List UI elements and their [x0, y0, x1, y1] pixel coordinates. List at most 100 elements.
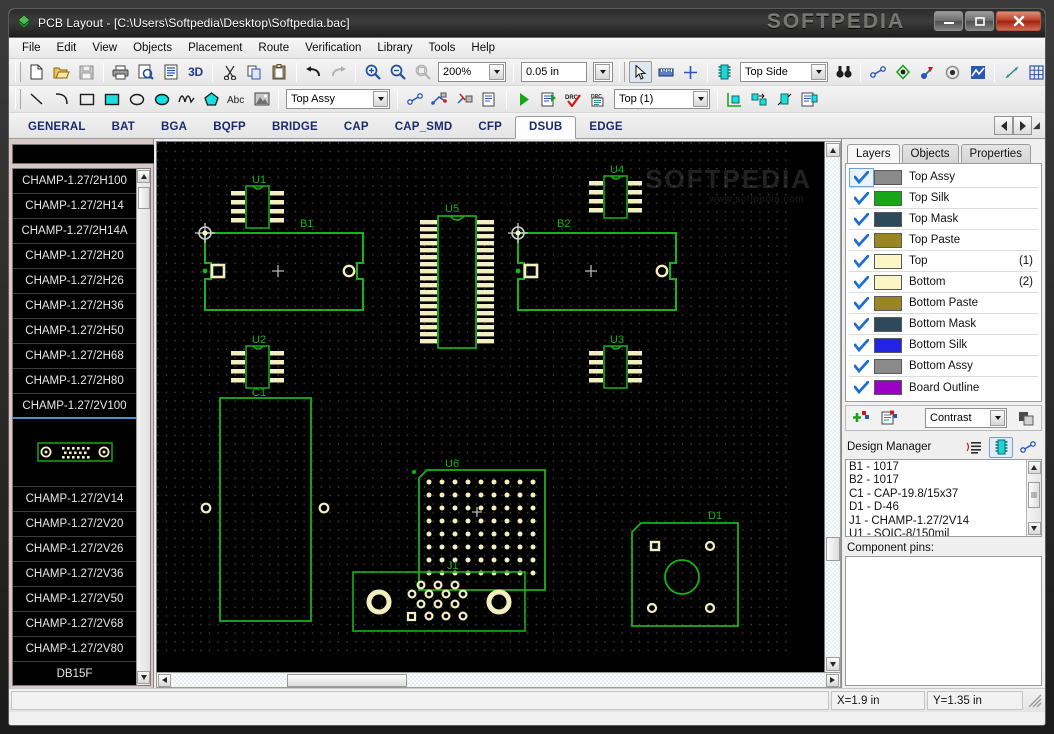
menu-edit[interactable]: Edit — [49, 40, 85, 56]
cattab-bridge[interactable]: BRIDGE — [259, 117, 331, 138]
list-item[interactable]: CHAMP-1.27/2H20 — [13, 243, 136, 269]
list-item[interactable]: CHAMP-1.27/2H68 — [13, 343, 136, 369]
layer-color-swatch[interactable] — [874, 380, 902, 395]
layer-color-swatch[interactable] — [874, 316, 902, 332]
undo-icon[interactable] — [302, 61, 325, 83]
layer-visibility-checkbox[interactable] — [849, 315, 874, 334]
layer-color-swatch[interactable] — [874, 358, 902, 374]
chevron-down-icon[interactable] — [811, 64, 826, 80]
scroll-track[interactable] — [826, 158, 839, 656]
layer-row-bottom-mask[interactable]: Bottom Mask — [849, 314, 1038, 335]
ellipse-filled-icon[interactable] — [150, 88, 173, 110]
rectangle-outline-icon[interactable] — [75, 88, 98, 110]
component-list[interactable]: CHAMP-1.27/2H100 CHAMP-1.27/2H14 CHAMP-1… — [12, 167, 151, 686]
list-item[interactable]: CHAMP-1.27/2H80 — [13, 368, 136, 394]
layer-properties-icon[interactable] — [877, 408, 901, 429]
menu-help[interactable]: Help — [463, 40, 503, 56]
cattab-cap-smd[interactable]: CAP_SMD — [382, 117, 466, 138]
tab-scroll-right-icon[interactable] — [1013, 116, 1032, 135]
menu-library[interactable]: Library — [369, 40, 420, 56]
cattab-edge[interactable]: EDGE — [576, 117, 635, 138]
ellipse-outline-icon[interactable] — [125, 88, 148, 110]
3d-view-icon[interactable]: 3D — [184, 61, 207, 83]
list-item[interactable]: CHAMP-1.27/2V68 — [13, 611, 136, 637]
list-item[interactable]: CHAMP-1.27/2V20 — [13, 511, 136, 537]
layer-row-top-assy[interactable]: Top Assy — [849, 167, 1038, 188]
crosshair-origin-icon[interactable] — [679, 61, 702, 83]
cattab-bga[interactable]: BGA — [148, 117, 200, 138]
scroll-up-icon[interactable] — [1027, 461, 1041, 474]
cattab-cfp[interactable]: CFP — [465, 117, 515, 138]
components-chip-icon[interactable] — [989, 436, 1013, 458]
layer-visibility-checkbox[interactable] — [849, 378, 874, 397]
scroll-down-icon[interactable] — [137, 671, 150, 684]
chevron-down-icon[interactable] — [489, 64, 504, 80]
cattab-dsub[interactable]: DSUB — [515, 116, 577, 139]
list-item[interactable]: D1 - D-46 — [849, 501, 1026, 514]
drc-report-icon[interactable]: DRC — [587, 88, 610, 110]
list-item[interactable]: U1 - SOIC-8/150mil — [849, 528, 1026, 536]
canvas-horizontal-scrollbar[interactable] — [156, 672, 841, 688]
layer-visibility-checkbox[interactable] — [849, 294, 874, 313]
layer-row-bottom-assy[interactable]: Bottom Assy — [849, 356, 1038, 377]
binoculars-find-icon[interactable] — [832, 61, 855, 83]
tab-scroll-left-icon[interactable] — [994, 116, 1013, 135]
list-item[interactable]: CHAMP-1.27/2V26 — [13, 536, 136, 562]
layer-swap-icon[interactable] — [1014, 408, 1038, 429]
menu-objects[interactable]: Objects — [125, 40, 180, 56]
line-icon[interactable] — [25, 88, 48, 110]
layer-row-bottom-silk[interactable]: Bottom Silk — [849, 335, 1038, 356]
minimize-button[interactable] — [934, 11, 963, 31]
scroll-left-icon[interactable] — [158, 673, 171, 687]
menu-tools[interactable]: Tools — [421, 40, 464, 56]
layer-row-bottom[interactable]: Bottom (2) — [849, 272, 1038, 293]
layer-color-swatch[interactable] — [874, 169, 902, 185]
autoroute-icon[interactable] — [428, 88, 451, 110]
layer-row-bottom-paste[interactable]: Bottom Paste — [849, 293, 1038, 314]
zoom-level-select[interactable]: 200% — [438, 62, 506, 82]
layer-color-swatch[interactable] — [874, 337, 902, 353]
tab-objects[interactable]: Objects — [901, 144, 959, 163]
dimension-arrow-icon[interactable] — [1000, 61, 1023, 83]
list-item[interactable]: CHAMP-1.27/2V100 — [13, 393, 136, 419]
side-select[interactable]: Top Side — [740, 62, 828, 82]
toolbar-grip[interactable] — [15, 62, 21, 82]
route-report-icon[interactable] — [478, 88, 501, 110]
layer-visibility-checkbox[interactable] — [849, 357, 874, 376]
scroll-right-icon[interactable] — [826, 673, 839, 687]
new-file-icon[interactable] — [25, 61, 48, 83]
list-item[interactable]: C1 - CAP-19.8/15x37 — [849, 488, 1026, 501]
list-item[interactable]: CHAMP-1.27/2V50 — [13, 586, 136, 612]
menu-route[interactable]: Route — [250, 40, 297, 56]
layer-visibility-checkbox[interactable] — [849, 210, 874, 229]
netlist-icon[interactable] — [962, 437, 986, 458]
image-picture-icon[interactable] — [250, 88, 273, 110]
list-item[interactable]: CHAMP-1.27/2V36 — [13, 561, 136, 587]
pcb-canvas[interactable]: U1 U2 U4 U3 B1 B2 U5 C1 U6 J1 D1 — [156, 141, 825, 673]
list-item[interactable]: CHAMP-1.27/2V80 — [13, 636, 136, 662]
layer-visibility-checkbox[interactable] — [849, 231, 874, 250]
print-icon[interactable] — [109, 61, 132, 83]
list-item[interactable]: CHAMP-1.27/2V14 — [13, 486, 136, 512]
chevron-down-icon[interactable] — [373, 91, 388, 107]
swap-gates-icon[interactable] — [773, 88, 796, 110]
scroll-up-icon[interactable] — [137, 169, 150, 183]
layer-color-swatch[interactable] — [874, 253, 902, 269]
cut-scissors-icon[interactable] — [218, 61, 241, 83]
menu-view[interactable]: View — [84, 40, 125, 56]
save-disk-icon[interactable] — [75, 61, 98, 83]
cattab-cap[interactable]: CAP — [331, 117, 382, 138]
list-item[interactable]: B1 - 1017 — [849, 461, 1026, 474]
layer-row-top-mask[interactable]: Top Mask — [849, 209, 1038, 230]
layer-row-top-paste[interactable]: Top Paste — [849, 230, 1038, 251]
grid-toggle-icon[interactable] — [1025, 61, 1045, 83]
menu-file[interactable]: File — [14, 40, 49, 56]
layer-visibility-checkbox[interactable] — [849, 252, 874, 271]
cattab-bqfp[interactable]: BQFP — [200, 117, 259, 138]
print-preview-icon[interactable] — [134, 61, 157, 83]
select-arrow-icon[interactable] — [629, 61, 652, 83]
layer-visibility-checkbox[interactable] — [849, 336, 874, 355]
pad-connect-icon[interactable] — [916, 61, 939, 83]
polygon-icon[interactable] — [200, 88, 223, 110]
drc-check-icon[interactable]: DRC — [562, 88, 585, 110]
